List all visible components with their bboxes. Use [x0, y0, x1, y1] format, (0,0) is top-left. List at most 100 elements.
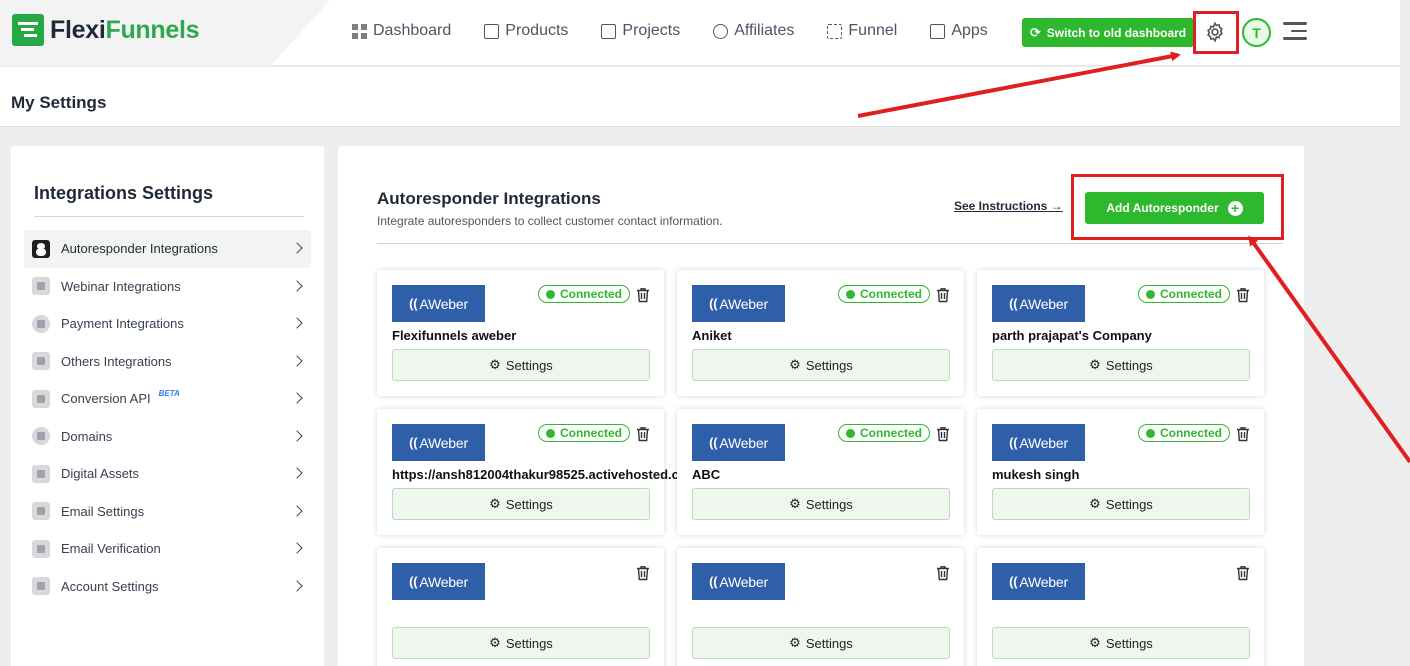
settings-sidebar: Integrations Settings Autoresponder Inte… — [11, 146, 324, 666]
integration-name: mukesh singh — [992, 467, 1080, 482]
flexifunnels-logo-icon — [12, 14, 44, 46]
integration-card: ((AWeber ⚙ Settings — [677, 548, 964, 666]
aweber-logo: ((AWeber — [992, 285, 1085, 322]
integration-name: https://ansh812004thakur98525.activehost… — [392, 467, 677, 482]
sidebar-item-label: Account Settings — [61, 578, 159, 594]
brand-logo[interactable]: FlexiFunnels — [12, 14, 200, 46]
trash-icon[interactable] — [936, 565, 950, 581]
aweber-icon: (( — [709, 435, 718, 450]
sidebar-item-label: Autoresponder Integrations — [61, 241, 218, 257]
sidebar-item-payment[interactable]: Payment Integrations — [24, 305, 311, 343]
sidebar-item-label: Email Settings — [61, 503, 145, 519]
check-circle-icon — [545, 289, 555, 299]
integration-settings-button[interactable]: ⚙ Settings — [992, 488, 1250, 520]
gear-icon: ⚙ — [789, 635, 801, 650]
chevron-right-icon — [291, 429, 303, 442]
chevron-right-icon — [291, 242, 303, 254]
connected-badge: Connected — [1138, 424, 1230, 442]
nav-products[interactable]: Products — [484, 22, 568, 40]
sidebar-item-email-settings[interactable]: Email Settings — [24, 493, 311, 531]
nav-apps[interactable]: Apps — [930, 22, 988, 40]
page-header: My Settings — [0, 67, 1400, 127]
aweber-logo: ((AWeber — [992, 563, 1085, 600]
sidebar-item-email-verification[interactable]: Email Verification — [24, 530, 311, 568]
nav-label: Dashboard — [373, 22, 452, 39]
cog-icon — [32, 577, 50, 596]
provider-label: AWeber — [419, 434, 468, 451]
section-title: Autoresponder Integrations — [377, 189, 601, 208]
nav-affiliates[interactable]: Affiliates — [710, 20, 794, 42]
sidebar-divider — [34, 216, 304, 217]
gear-icon: ⚙ — [1089, 635, 1101, 650]
sidebar-item-label: Payment Integrations — [61, 316, 184, 332]
connected-badge: Connected — [1138, 285, 1230, 303]
status-label: Connected — [559, 287, 622, 301]
integration-settings-button[interactable]: ⚙ Settings — [392, 627, 650, 659]
aweber-logo: ((AWeber — [692, 424, 785, 461]
status-label: Connected — [859, 287, 922, 301]
nav-projects[interactable]: Projects — [601, 22, 680, 40]
trash-icon[interactable] — [636, 565, 650, 581]
settings-label: Settings — [805, 357, 853, 373]
chevron-right-icon — [291, 392, 303, 404]
gear-icon: ⚙ — [489, 496, 501, 511]
nav-dashboard[interactable]: Dashboard — [352, 22, 451, 40]
provider-label: AWeber — [1019, 573, 1068, 590]
trash-icon[interactable] — [1236, 565, 1250, 581]
integration-settings-button[interactable]: ⚙ Settings — [992, 349, 1250, 381]
switch-label: Switch to old dashboard — [1046, 25, 1187, 40]
switch-old-dashboard-button[interactable]: ⟳ Switch to old dashboard — [1022, 18, 1194, 47]
add-autoresponder-button[interactable]: Add Autoresponder + — [1085, 192, 1264, 224]
sidebar-item-others[interactable]: Others Integrations — [24, 343, 311, 381]
gear-icon — [1207, 21, 1223, 43]
sidebar-item-conversion-api[interactable]: Conversion API BETA — [24, 380, 311, 418]
aweber-icon: (( — [409, 435, 418, 450]
see-instructions-link[interactable]: See Instructions → — [954, 199, 1063, 213]
integration-settings-button[interactable]: ⚙ Settings — [692, 627, 950, 659]
integration-settings-button[interactable]: ⚙ Settings — [392, 349, 650, 381]
check-circle-icon — [845, 289, 855, 299]
hamburger-menu-icon[interactable] — [1283, 22, 1307, 40]
check-circle-icon — [845, 428, 855, 438]
sidebar-item-webinar[interactable]: Webinar Integrations — [24, 268, 311, 306]
sidebar-item-domains[interactable]: Domains — [24, 418, 311, 456]
check-circle-icon — [1145, 289, 1155, 299]
beta-badge: BETA — [158, 389, 180, 399]
integration-card: ((AWeber Connected Aniket ⚙ Settings — [677, 270, 964, 396]
sidebar-item-account-settings[interactable]: Account Settings — [24, 568, 311, 606]
aweber-icon: (( — [709, 574, 718, 589]
integration-settings-button[interactable]: ⚙ Settings — [692, 349, 950, 381]
sidebar-item-digital-assets[interactable]: Digital Assets — [24, 455, 311, 493]
provider-label: AWeber — [1019, 295, 1068, 312]
avatar-initial: T — [1252, 24, 1261, 41]
user-avatar[interactable]: T — [1242, 18, 1271, 47]
integration-settings-button[interactable]: ⚙ Settings — [392, 488, 650, 520]
sidebar-item-label: Digital Assets — [61, 466, 140, 482]
main-nav: Dashboard Products Projects Affiliates F… — [352, 20, 988, 42]
settings-label: Settings — [805, 496, 853, 512]
nav-funnel[interactable]: Funnel — [827, 22, 897, 40]
trash-icon[interactable] — [636, 287, 650, 303]
settings-gear-button[interactable] — [1203, 20, 1227, 44]
mail-icon — [32, 502, 50, 521]
integration-card: ((AWeber ⚙ Settings — [377, 548, 664, 666]
sidebar-item-label: Webinar Integrations — [61, 278, 181, 294]
trash-icon[interactable] — [636, 426, 650, 442]
integration-card: ((AWeber Connected https://ansh812004thaku… — [377, 409, 677, 535]
apps-icon — [930, 23, 946, 39]
trash-icon[interactable] — [1236, 287, 1250, 303]
integration-settings-button[interactable]: ⚙ Settings — [692, 488, 950, 520]
status-label: Connected — [559, 426, 622, 440]
integration-settings-button[interactable]: ⚙ Settings — [992, 627, 1250, 659]
integration-name: Flexifunnels aweber — [392, 328, 517, 343]
chevron-right-icon — [291, 467, 303, 479]
provider-label: AWeber — [719, 295, 768, 312]
aweber-logo: ((AWeber — [692, 563, 785, 600]
trash-icon[interactable] — [936, 287, 950, 303]
settings-label: Settings — [505, 635, 553, 651]
aweber-logo: ((AWeber — [692, 285, 785, 322]
sidebar-item-autoresponder[interactable]: Autoresponder Integrations — [24, 230, 311, 268]
trash-icon[interactable] — [1236, 426, 1250, 442]
trash-icon[interactable] — [936, 426, 950, 442]
section-subtitle: Integrate autoresponders to collect cust… — [377, 214, 723, 228]
